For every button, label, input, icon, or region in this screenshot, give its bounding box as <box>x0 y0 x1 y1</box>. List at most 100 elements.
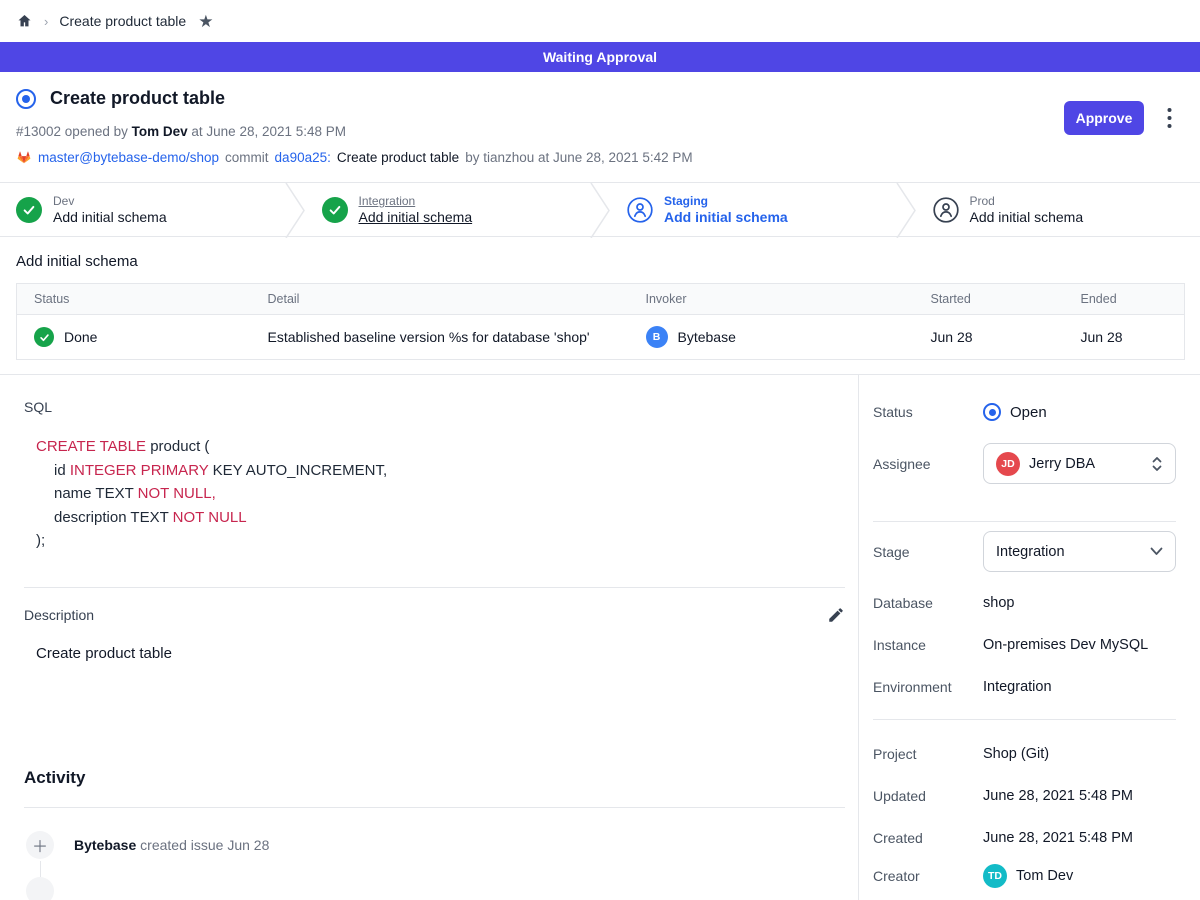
person-icon <box>627 197 653 223</box>
assignee-avatar: JD <box>996 452 1020 476</box>
updated-value: June 28, 2021 5:48 PM <box>983 788 1133 804</box>
person-icon <box>933 197 959 223</box>
pipeline-stages: Dev Add initial schema Integration Add i… <box>0 182 1200 237</box>
sql-line: ); <box>36 529 858 553</box>
sql-label: SQL <box>24 399 858 415</box>
task-detail: Established baseline version %s for data… <box>251 315 629 360</box>
created-value: June 28, 2021 5:48 PM <box>983 830 1133 846</box>
description-text: Create product table <box>36 645 858 662</box>
description-label: Description <box>24 607 94 623</box>
activity-actor: Bytebase <box>74 837 136 853</box>
commit-hash-link[interactable]: da90a25: <box>275 150 331 165</box>
commit-line: master@bytebase-demo/shop commit da90a25… <box>16 149 1184 165</box>
created-label: Created <box>873 830 983 846</box>
divider <box>873 521 1176 522</box>
creator-avatar: TD <box>983 864 1007 888</box>
stage-separator <box>284 183 306 236</box>
col-invoker: Invoker <box>629 284 914 315</box>
stage-env-label: Prod <box>970 194 1084 208</box>
divider <box>873 719 1176 720</box>
status-value: Open <box>1010 404 1047 421</box>
issue-header: Create product table #13002 opened by To… <box>0 72 1200 182</box>
page-title: Create product table <box>50 88 225 109</box>
chevron-down-icon <box>1150 547 1163 556</box>
check-icon <box>16 197 42 223</box>
check-icon <box>322 197 348 223</box>
stage-staging[interactable]: Staging Add initial schema <box>611 183 895 236</box>
plus-icon: ＋ <box>26 831 54 859</box>
activity-timeline-line <box>40 861 41 877</box>
creator-label: Creator <box>873 868 983 884</box>
issue-author: Tom Dev <box>132 124 188 139</box>
home-icon[interactable] <box>16 13 33 29</box>
branch-link[interactable]: master@bytebase-demo/shop <box>38 150 219 165</box>
main-content: SQL CREATE TABLE product ( id INTEGER PR… <box>0 374 1200 900</box>
stage-separator <box>589 183 611 236</box>
divider <box>24 807 845 808</box>
status-banner-text: Waiting Approval <box>543 49 657 65</box>
assignee-label: Assignee <box>873 456 983 472</box>
project-value[interactable]: Shop (Git) <box>983 746 1049 762</box>
stage-task-label: Add initial schema <box>53 209 167 225</box>
status-banner: Waiting Approval <box>0 42 1200 72</box>
stage-env-label: Integration <box>359 194 473 208</box>
stage-env-label: Dev <box>53 194 167 208</box>
stage-prod[interactable]: Prod Add initial schema <box>917 183 1200 236</box>
activity-next-badge <box>26 877 54 900</box>
instance-value[interactable]: On-premises Dev MySQL <box>983 637 1148 653</box>
stage-task-label: Add initial schema <box>359 209 473 225</box>
assignee-select[interactable]: JD Jerry DBA <box>983 443 1176 484</box>
up-down-chevrons-icon <box>1151 455 1163 473</box>
breadcrumb: › Create product table ★ <box>0 0 1200 42</box>
issue-meta: #13002 opened by Tom Dev at June 28, 202… <box>16 124 1184 139</box>
creator-value: Tom Dev <box>1016 868 1073 884</box>
database-value[interactable]: shop <box>983 595 1014 611</box>
activity-action: created issue Jun 28 <box>140 837 269 853</box>
commit-title: Create product table <box>337 150 459 165</box>
issue-detail-column: SQL CREATE TABLE product ( id INTEGER PR… <box>0 375 858 900</box>
task-status: Done <box>64 329 97 345</box>
approve-button[interactable]: Approve <box>1064 101 1144 135</box>
stage-task-label: Add initial schema <box>970 209 1084 225</box>
task-ended: Jun 28 <box>1064 315 1185 360</box>
task-section: Add initial schema Status Detail Invoker… <box>0 237 1200 360</box>
table-row[interactable]: Done Established baseline version %s for… <box>17 315 1185 360</box>
done-check-icon <box>34 327 54 347</box>
assignee-value: Jerry DBA <box>1029 456 1142 472</box>
sql-line: description TEXT NOT NULL <box>36 506 858 530</box>
task-invoker: Bytebase <box>678 329 736 345</box>
status-label: Status <box>873 404 983 420</box>
issue-meta-prefix: #13002 opened by <box>16 124 128 139</box>
environment-label: Environment <box>873 679 983 695</box>
stage-label: Stage <box>873 544 983 560</box>
stage-select[interactable]: Integration <box>983 531 1176 572</box>
task-started: Jun 28 <box>914 315 1064 360</box>
open-status-icon <box>983 403 1001 421</box>
issue-sidebar: Status Open Assignee JD Jerry DBA Stage … <box>858 375 1200 900</box>
col-started: Started <box>914 284 1064 315</box>
commit-meta: by tianzhou at June 28, 2021 5:42 PM <box>465 150 692 165</box>
more-options-icon[interactable] <box>1160 105 1178 131</box>
sql-code-block: CREATE TABLE product ( id INTEGER PRIMAR… <box>36 435 858 553</box>
task-table: Status Detail Invoker Started Ended Done… <box>16 283 1185 360</box>
stage-separator <box>895 183 917 236</box>
sql-line: CREATE TABLE product ( <box>36 435 858 459</box>
breadcrumb-current[interactable]: Create product table <box>59 13 186 29</box>
activity-heading: Activity <box>24 768 858 788</box>
stage-dev[interactable]: Dev Add initial schema <box>0 183 284 236</box>
sql-line: name TEXT NOT NULL, <box>36 482 858 506</box>
commit-label: commit <box>225 150 269 165</box>
col-detail: Detail <box>251 284 629 315</box>
environment-value: Integration <box>983 679 1052 695</box>
edit-pencil-icon[interactable] <box>827 606 845 624</box>
col-ended: Ended <box>1064 284 1185 315</box>
stage-value: Integration <box>996 544 1141 560</box>
sql-line: id INTEGER PRIMARY KEY AUTO_INCREMENT, <box>36 459 858 483</box>
star-icon[interactable]: ★ <box>198 13 213 30</box>
project-label: Project <box>873 746 983 762</box>
issue-open-icon <box>16 89 36 109</box>
chevron-right-icon: › <box>44 14 48 29</box>
database-label: Database <box>873 595 983 611</box>
stage-integration[interactable]: Integration Add initial schema <box>306 183 590 236</box>
issue-opened-at: at June 28, 2021 5:48 PM <box>191 124 346 139</box>
